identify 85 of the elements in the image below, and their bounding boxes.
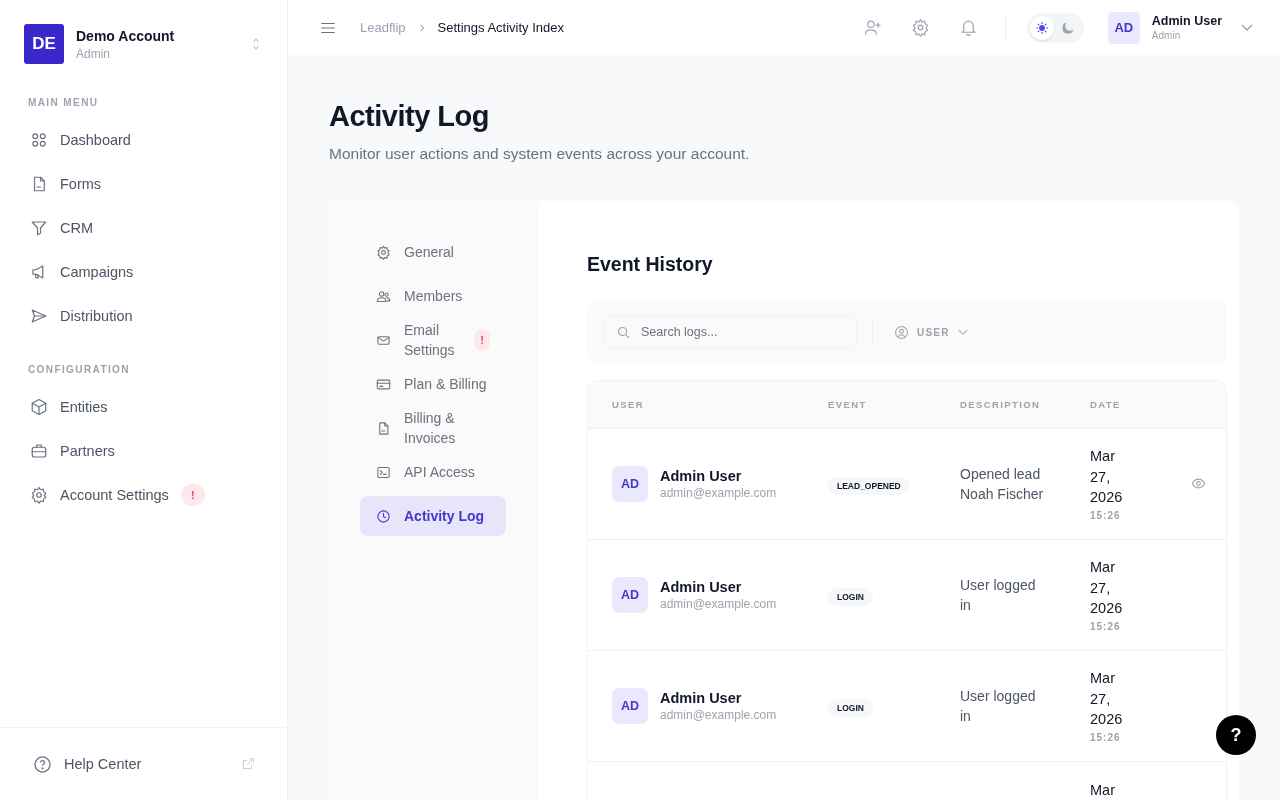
- theme-toggle[interactable]: [1026, 12, 1084, 43]
- user-email: admin@example.com: [660, 485, 777, 500]
- search-icon: [616, 325, 631, 341]
- account-role: Admin: [76, 46, 111, 61]
- breadcrumb-item: Settings Activity Index: [437, 20, 564, 35]
- event-date: Mar: [1090, 780, 1116, 800]
- event-description: User logged in: [960, 686, 1037, 726]
- settings-nav-item[interactable]: General: [360, 232, 506, 272]
- settings-nav-item[interactable]: Plan & Billing: [360, 364, 506, 404]
- help-button[interactable]: ?: [1216, 715, 1256, 755]
- settings-icon[interactable]: [910, 18, 930, 37]
- alert-badge: !: [180, 484, 205, 506]
- settings-nav-item[interactable]: API Access: [360, 452, 506, 492]
- column-header: USER: [611, 398, 645, 410]
- chevron-right-icon: [417, 22, 426, 33]
- light-mode-button[interactable]: [1029, 15, 1054, 40]
- search-field[interactable]: Search logs...: [603, 315, 857, 350]
- nav-item[interactable]: Account Settings !: [28, 473, 259, 517]
- event-tag: LEAD_OPENED: [828, 476, 910, 495]
- cube-icon: [30, 398, 48, 416]
- grid-icon: [30, 131, 48, 149]
- chevron-down-icon: [957, 328, 968, 336]
- chevron-down-icon[interactable]: [1241, 23, 1253, 32]
- clock-icon: [376, 508, 391, 524]
- column-header: EVENT: [828, 398, 868, 410]
- event-tag: LOGIN: [828, 587, 873, 606]
- help-icon: [33, 754, 52, 774]
- funnel-icon: [30, 219, 48, 237]
- nav-item[interactable]: CRM: [28, 206, 259, 250]
- page-subtitle: Monitor user actions and system events across your account.: [329, 145, 751, 163]
- account-avatar: DE: [24, 24, 64, 64]
- alert-badge: !: [473, 329, 490, 351]
- column-header: DESCRIPTION: [960, 398, 1042, 410]
- user-circle-icon: [894, 324, 909, 340]
- user-name: Admin User: [660, 578, 743, 595]
- nav-item[interactable]: Campaigns: [28, 250, 259, 294]
- credit-card-icon: [376, 376, 391, 392]
- event-date: Mar 27, 2026: [1090, 447, 1124, 508]
- briefcase-icon: [30, 442, 48, 460]
- paper-plane-icon: [30, 307, 48, 325]
- settings-nav-item[interactable]: Members: [360, 276, 506, 316]
- chevron-up-down-icon[interactable]: [251, 36, 261, 52]
- column-header: DATE: [1090, 398, 1122, 410]
- add-user-icon[interactable]: [862, 18, 882, 37]
- user-avatar[interactable]: AD: [1107, 11, 1140, 44]
- event-time: 15:26: [1090, 509, 1122, 521]
- account-name: Demo Account: [76, 27, 176, 44]
- section-title: Event History: [587, 252, 714, 277]
- terminal-icon: [376, 464, 391, 480]
- user-email: admin@example.com: [660, 596, 777, 611]
- sun-icon: [1034, 20, 1049, 35]
- event-tag: LOGIN: [828, 698, 873, 717]
- settings-nav-item[interactable]: Billing & Invoices: [360, 408, 506, 448]
- user-avatar: AD: [612, 687, 648, 724]
- nav-item[interactable]: Distribution: [28, 294, 259, 338]
- user-name: Admin User: [660, 467, 743, 484]
- settings-icon: [376, 244, 391, 260]
- event-date: Mar 27, 2026: [1090, 669, 1124, 730]
- settings-nav-item[interactable]: Activity Log: [360, 496, 506, 536]
- user-name: Admin User: [1151, 14, 1222, 28]
- users-icon: [376, 288, 391, 304]
- user-email: admin@example.com: [660, 707, 777, 722]
- nav-item[interactable]: Forms: [28, 162, 259, 206]
- event-time: 15:26: [1090, 620, 1122, 632]
- settings-icon: [30, 486, 48, 504]
- settings-nav-item[interactable]: Email Settings !: [360, 320, 506, 360]
- event-time: 15:26: [1090, 731, 1122, 743]
- user-avatar: AD: [612, 465, 648, 502]
- event-date: Mar 27, 2026: [1090, 558, 1124, 619]
- bell-icon[interactable]: [958, 18, 978, 37]
- document-icon: [376, 420, 391, 436]
- help-center-link[interactable]: Help Center: [0, 727, 287, 800]
- section-heading: CONFIGURATION: [28, 364, 131, 375]
- nav-item[interactable]: Entities: [28, 385, 259, 429]
- user-avatar: AD: [612, 576, 648, 613]
- event-description: Opened lead Noah Fischer: [960, 464, 1045, 504]
- user-name: Admin User: [660, 689, 743, 706]
- external-link-icon: [241, 757, 255, 771]
- event-description: User logged in: [960, 575, 1037, 615]
- section-heading: MAIN MENU: [28, 97, 100, 108]
- user-role: Admin: [1151, 30, 1182, 41]
- nav-item[interactable]: Dashboard: [28, 118, 259, 162]
- page-title: Activity Log: [329, 99, 490, 133]
- eye-icon[interactable]: [1190, 476, 1206, 492]
- nav-item[interactable]: Partners: [28, 429, 259, 473]
